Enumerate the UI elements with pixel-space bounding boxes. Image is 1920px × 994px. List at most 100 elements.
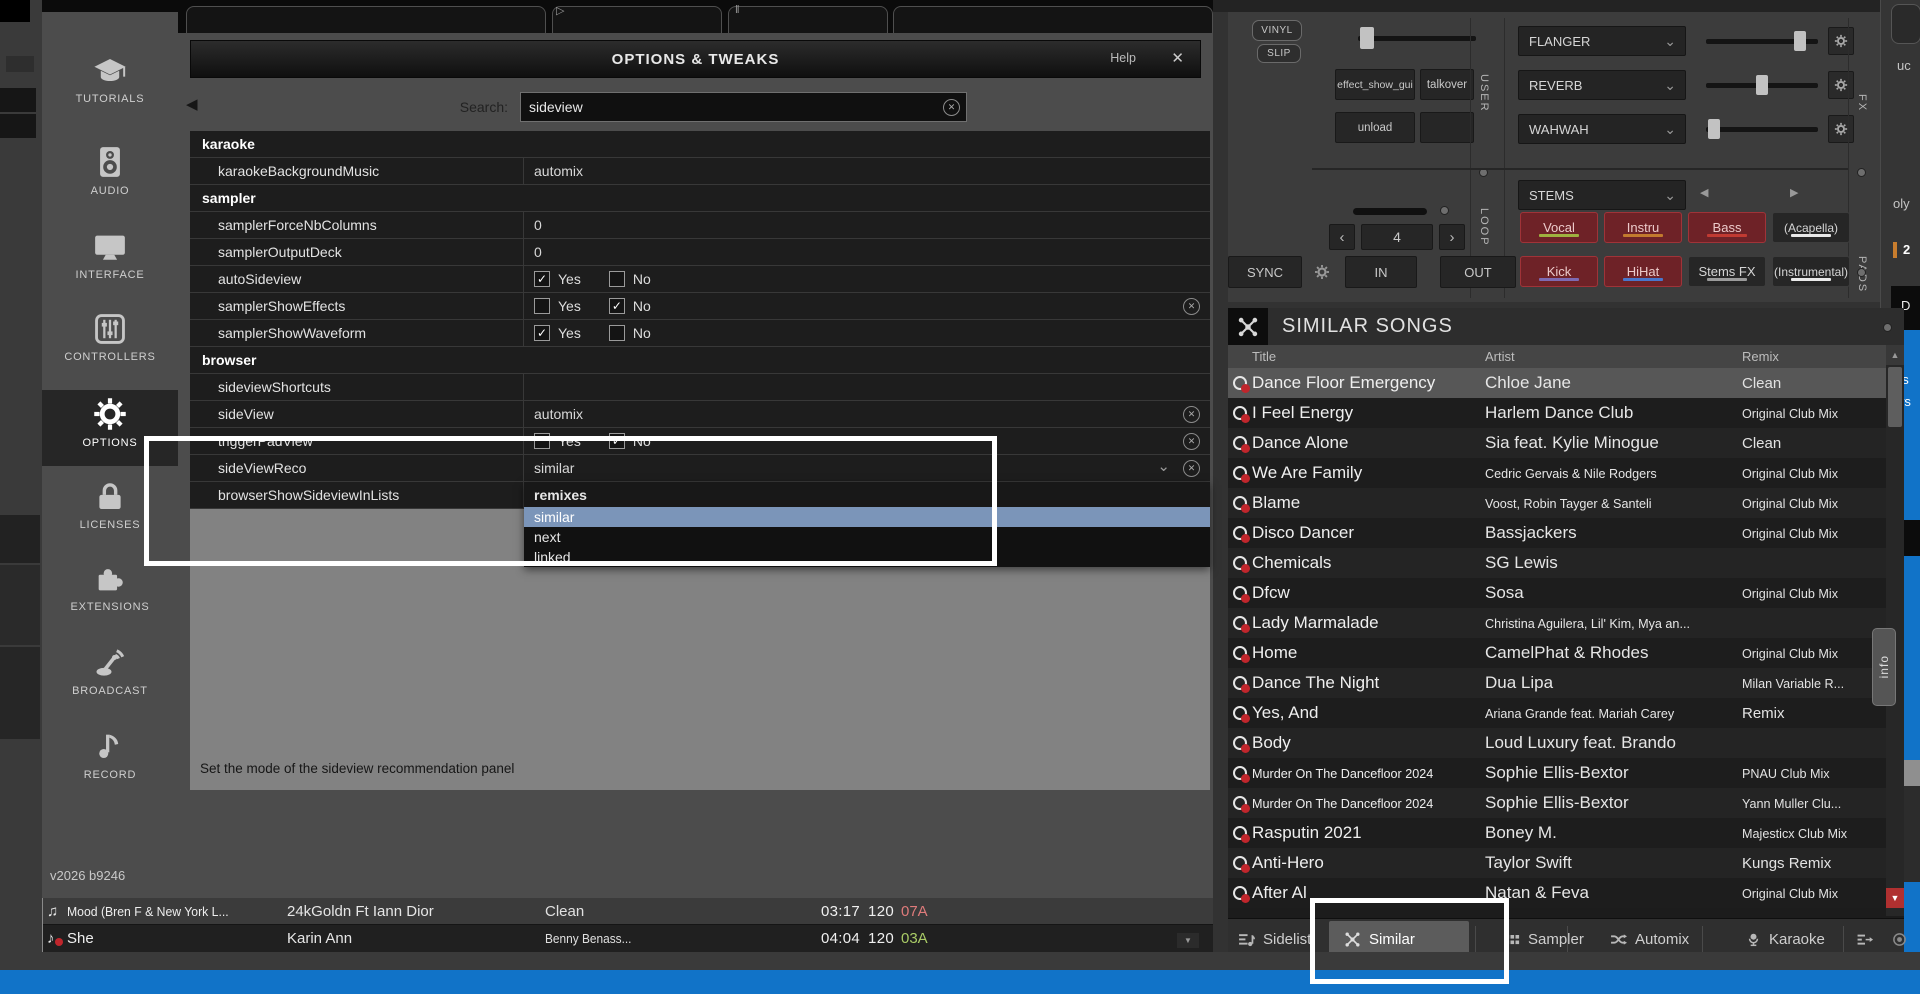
loop-half-button[interactable]: ‹ bbox=[1329, 224, 1355, 250]
help-button[interactable]: Help bbox=[1110, 51, 1136, 65]
song-row[interactable]: BodyLoud Luxury feat. Brando bbox=[1228, 728, 1886, 758]
song-row[interactable]: ChemicalsSG Lewis bbox=[1228, 548, 1886, 578]
stems-prev-icon[interactable]: ◀ bbox=[1700, 186, 1708, 199]
sidebar-item-extensions[interactable]: EXTENSIONS bbox=[42, 554, 178, 636]
song-row[interactable]: Lady MarmaladeChristina Aguilera, Lil' K… bbox=[1228, 608, 1886, 638]
song-row[interactable]: After AlNatan & FevaOriginal Club Mix bbox=[1228, 878, 1886, 908]
loop-in-button[interactable]: IN bbox=[1345, 256, 1417, 288]
stem-button[interactable]: Instru bbox=[1604, 212, 1682, 243]
checkbox[interactable] bbox=[534, 433, 550, 449]
loop-double-button[interactable]: › bbox=[1439, 224, 1465, 250]
stem-button[interactable]: Stems FX bbox=[1688, 256, 1766, 287]
sidebar-item-record[interactable]: RECORD bbox=[42, 722, 178, 802]
stems-select[interactable]: STEMS ⌄ bbox=[1518, 180, 1686, 210]
stem-button[interactable]: Vocal bbox=[1520, 212, 1598, 243]
effect-gear-icon[interactable] bbox=[1828, 71, 1854, 99]
search-input[interactable] bbox=[520, 92, 967, 122]
deck-row[interactable]: ♪ She Karin Ann Benny Benass... 04:04 12… bbox=[43, 925, 1213, 952]
deck-row[interactable]: ♫ Mood (Bren F & New York L... 24kGoldn … bbox=[43, 898, 1213, 925]
song-row[interactable]: DfcwSosaOriginal Club Mix bbox=[1228, 578, 1886, 608]
loop-out-button[interactable]: OUT bbox=[1440, 256, 1516, 288]
sidebar-item-options[interactable]: OPTIONS bbox=[42, 390, 178, 466]
column-artist[interactable]: Artist bbox=[1485, 349, 1742, 364]
sidebar-item-controllers[interactable]: CONTROLLERS bbox=[42, 304, 178, 386]
checkbox[interactable] bbox=[609, 271, 625, 287]
scroll-down-icon[interactable]: ▼ bbox=[1886, 888, 1904, 908]
talkover-button[interactable]: talkover bbox=[1420, 69, 1474, 100]
user-knob-slider[interactable] bbox=[1358, 36, 1476, 41]
stem-button[interactable]: Bass bbox=[1688, 212, 1766, 243]
scrollbar-thumb[interactable] bbox=[1888, 367, 1902, 427]
checkbox[interactable] bbox=[609, 325, 625, 341]
checkbox[interactable]: ✓ bbox=[534, 271, 550, 287]
effect-gear-icon[interactable] bbox=[1828, 27, 1854, 55]
effect-amount-slider[interactable] bbox=[1706, 39, 1818, 44]
chevron-down-icon[interactable]: ⌄ bbox=[1157, 457, 1170, 475]
sidebar-item-interface[interactable]: INTERFACE bbox=[42, 222, 178, 302]
settings-row[interactable]: samplerShowWaveform✓YesNo bbox=[190, 320, 1210, 347]
dropdown-option[interactable]: next bbox=[524, 527, 1210, 547]
sidebar-item-licenses[interactable]: LICENSES bbox=[42, 472, 178, 552]
settings-section-row[interactable]: browser bbox=[190, 347, 1210, 374]
sidebar-item-audio[interactable]: AUDIO bbox=[42, 138, 178, 220]
column-title[interactable]: Title bbox=[1252, 349, 1485, 364]
settings-row[interactable]: sideViewautomix✕ bbox=[190, 401, 1210, 428]
close-icon[interactable]: ✕ bbox=[1171, 49, 1184, 67]
settings-section-row[interactable]: sampler bbox=[190, 185, 1210, 212]
effect-select[interactable]: FLANGER⌄ bbox=[1518, 26, 1686, 56]
unload-button[interactable]: unload bbox=[1335, 112, 1415, 143]
collapse-tracklist-button[interactable]: ▼ bbox=[1177, 933, 1199, 948]
settings-row[interactable]: samplerShowEffectsYes✓No✕ bbox=[190, 293, 1210, 320]
effect-show-gui-button[interactable]: effect_show_gui bbox=[1335, 69, 1415, 100]
song-row[interactable]: We Are FamilyCedric Gervais & Nile Rodge… bbox=[1228, 458, 1886, 488]
effect-select[interactable]: REVERB⌄ bbox=[1518, 70, 1686, 100]
settings-row[interactable]: karaokeBackgroundMusicautomix bbox=[190, 158, 1210, 185]
reset-setting-icon[interactable]: ✕ bbox=[1183, 298, 1200, 315]
loop-size-value[interactable]: 4 bbox=[1361, 224, 1433, 250]
slider-thumb[interactable] bbox=[1360, 27, 1374, 49]
song-row[interactable]: Dance AloneSia feat. Kylie MinogueClean bbox=[1228, 428, 1886, 458]
effect-gear-icon[interactable] bbox=[1828, 115, 1854, 143]
song-row[interactable]: Murder On The Dancefloor 2024Sophie Elli… bbox=[1228, 758, 1886, 788]
stem-button[interactable]: Kick bbox=[1520, 256, 1598, 287]
song-row[interactable]: Dance Floor EmergencyChloe JaneClean bbox=[1228, 368, 1886, 398]
stem-button[interactable]: (Acapella) bbox=[1772, 212, 1850, 243]
slip-button[interactable]: SLIP bbox=[1257, 44, 1301, 63]
settings-row[interactable]: sideViewRecosimilar⌄✕ bbox=[190, 455, 1210, 482]
song-row[interactable]: Disco DancerBassjackersOriginal Club Mix bbox=[1228, 518, 1886, 548]
settings-row[interactable]: sideviewShortcuts bbox=[190, 374, 1210, 401]
column-remix[interactable]: Remix bbox=[1742, 349, 1779, 364]
slider-thumb[interactable] bbox=[1708, 119, 1720, 139]
effect-amount-slider[interactable] bbox=[1706, 83, 1818, 88]
song-row[interactable]: Anti-HeroTaylor SwiftKungs Remix bbox=[1228, 848, 1886, 878]
sync-button[interactable]: SYNC bbox=[1228, 256, 1302, 288]
song-row[interactable]: Dance The NightDua LipaMilan Variable R.… bbox=[1228, 668, 1886, 698]
reset-setting-icon[interactable]: ✕ bbox=[1183, 433, 1200, 450]
loop-size-slider[interactable] bbox=[1353, 208, 1427, 215]
slider-thumb[interactable] bbox=[1756, 75, 1768, 95]
clear-search-icon[interactable]: ✕ bbox=[943, 99, 960, 116]
song-row[interactable]: Yes, AndAriana Grande feat. Mariah Carey… bbox=[1228, 698, 1886, 728]
loop-gear-icon[interactable] bbox=[1314, 264, 1330, 280]
checkbox[interactable]: ✓ bbox=[609, 298, 625, 314]
effect-amount-slider[interactable] bbox=[1706, 127, 1818, 132]
song-row[interactable]: Rasputin 2021Boney M.Majesticx Club Mix bbox=[1228, 818, 1886, 848]
reset-setting-icon[interactable]: ✕ bbox=[1183, 460, 1200, 477]
sidebar-item-tutorials[interactable]: TUTORIALS bbox=[42, 42, 178, 134]
stems-next-icon[interactable]: ▶ bbox=[1790, 186, 1798, 199]
vinyl-button[interactable]: VINYL bbox=[1252, 20, 1302, 41]
song-row[interactable]: HomeCamelPhat & RhodesOriginal Club Mix bbox=[1228, 638, 1886, 668]
stem-button[interactable]: HiHat bbox=[1604, 256, 1682, 287]
settings-row[interactable]: autoSideview✓YesNo bbox=[190, 266, 1210, 293]
song-row[interactable]: BlameVoost, Robin Tayger & SanteliOrigin… bbox=[1228, 488, 1886, 518]
settings-row[interactable]: samplerOutputDeck0 bbox=[190, 239, 1210, 266]
sidebar-item-broadcast[interactable]: BROADCAST bbox=[42, 638, 178, 718]
empty-user-button[interactable] bbox=[1420, 112, 1474, 143]
dropdown-option[interactable]: linked bbox=[524, 547, 1210, 567]
stem-button[interactable]: (Instrumental) bbox=[1772, 256, 1850, 287]
settings-row[interactable]: triggerPadViewYes✓No✕ bbox=[190, 428, 1210, 455]
reset-setting-icon[interactable]: ✕ bbox=[1183, 406, 1200, 423]
back-icon[interactable]: ◀ bbox=[186, 95, 198, 113]
checkbox[interactable]: ✓ bbox=[534, 325, 550, 341]
dropdown-option[interactable]: similar bbox=[524, 507, 1210, 527]
